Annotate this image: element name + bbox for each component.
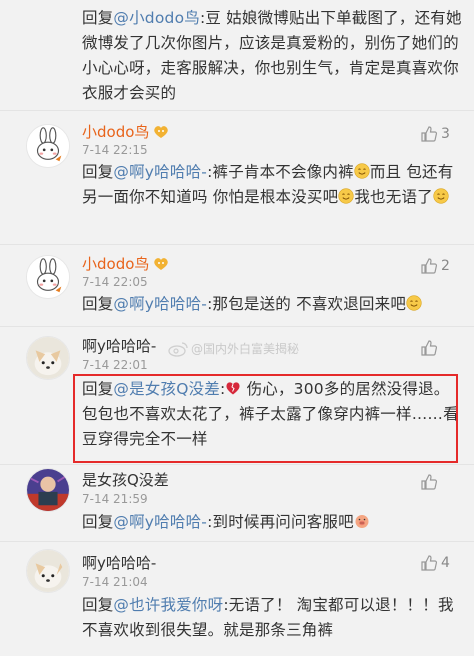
thumbs-up-icon — [421, 474, 438, 490]
comment-text-segment: 我也无语了 — [354, 188, 433, 206]
thumbs-up-icon — [421, 555, 438, 571]
divider — [0, 244, 474, 245]
smile-emoji-icon — [433, 188, 449, 206]
like-button[interactable]: 2 — [420, 255, 450, 277]
comment-text-segment: 回复 — [82, 163, 114, 181]
divider — [0, 464, 474, 465]
comment-text-segment: 回复 — [82, 9, 114, 27]
vip-badge-icon — [154, 258, 169, 270]
avatar-user[interactable] — [26, 468, 70, 512]
user-photo-avatar-icon — [27, 469, 69, 511]
comment-text-segment: :那包是送的 不喜欢退回来吧 — [207, 295, 407, 313]
thumbs-up-icon — [421, 126, 438, 142]
rabbit-avatar-icon — [27, 125, 69, 167]
avatar-dog[interactable] — [26, 549, 70, 593]
commenter-name-text: 小dodo鸟 — [82, 255, 150, 273]
rabbit-avatar-icon — [27, 256, 69, 298]
like-count: 2 — [441, 258, 450, 274]
divider — [0, 326, 474, 327]
mention-link[interactable]: @啊y哈哈哈- — [113, 513, 207, 531]
commenter-name-text: 小dodo鸟 — [82, 123, 150, 141]
dog-avatar-icon — [27, 337, 69, 379]
mention-link[interactable]: @小dodo鸟 — [113, 9, 200, 27]
vip-badge-icon — [154, 126, 169, 138]
avatar-rabbit[interactable] — [26, 255, 70, 299]
commenter-name[interactable]: 啊y哈哈哈- — [82, 553, 156, 573]
comment-text: 回复@啊y哈哈哈-:裤子肯本不会像内裤 而且 包还有另一面你不知道吗 你怕是根本没… — [82, 160, 462, 210]
comment-text-segment: 回复 — [82, 596, 114, 614]
smile-emoji-icon — [354, 163, 370, 181]
smile-emoji-icon — [406, 295, 422, 313]
comment-time: 7-14 21:04 — [82, 575, 148, 589]
comment-text: 回复@也许我爱你呀:无语了！ 淘宝都可以退！！！我不喜欢收到很失望。就是那条三角… — [82, 593, 462, 643]
avatar-rabbit[interactable] — [26, 124, 70, 168]
commenter-name[interactable]: 小dodo鸟 — [82, 254, 169, 274]
commenter-name[interactable]: 是女孩Q没差 — [82, 470, 169, 490]
dog-avatar-icon — [27, 550, 69, 592]
divider — [0, 541, 474, 542]
commenter-name[interactable]: 小dodo鸟 — [82, 122, 169, 142]
like-count: 3 — [441, 126, 450, 142]
highlight-box — [73, 374, 458, 463]
like-button[interactable]: 4 — [420, 552, 450, 574]
like-button[interactable]: 3 — [420, 123, 450, 145]
mention-link[interactable]: @啊y哈哈哈- — [113, 295, 207, 313]
like-button[interactable] — [420, 337, 441, 359]
avatar-dog[interactable] — [26, 336, 70, 380]
comment-text: 回复@小dodo鸟:豆 姑娘微博贴出下单截图了，还有她微博发了几次你图片，应该是… — [82, 6, 462, 106]
comment-time: 7-14 22:01 — [82, 358, 148, 372]
smile-emoji-icon — [338, 188, 354, 206]
watermark-text: @国内外白富美揭秘 — [191, 342, 300, 356]
commenter-name[interactable]: 啊y哈哈哈- — [82, 336, 156, 356]
pig-emoji-icon — [354, 513, 370, 531]
comment-text-segment: 回复 — [82, 513, 114, 531]
mention-link[interactable]: @也许我爱你呀 — [113, 596, 223, 614]
mention-link[interactable]: @啊y哈哈哈- — [113, 163, 207, 181]
watermark: @国内外白富美揭秘 — [168, 340, 299, 357]
comment-text-segment: :到时候再问问客服吧 — [207, 513, 354, 531]
like-count: 4 — [441, 555, 450, 571]
weibo-logo-icon — [168, 341, 188, 357]
comment-time: 7-14 21:59 — [82, 492, 148, 506]
comment-text-segment: 回复 — [82, 295, 114, 313]
comment-text: 回复@啊y哈哈哈-:那包是送的 不喜欢退回来吧 — [82, 292, 462, 317]
comment-text: 回复@啊y哈哈哈-:到时候再问问客服吧 — [82, 510, 462, 535]
comment-time: 7-14 22:05 — [82, 275, 148, 289]
like-button[interactable] — [420, 471, 441, 493]
divider — [0, 110, 474, 111]
comment-text-segment: :裤子肯本不会像内裤 — [207, 163, 354, 181]
thumbs-up-icon — [421, 258, 438, 274]
comment-time: 7-14 22:15 — [82, 143, 148, 157]
thumbs-up-icon — [421, 340, 438, 356]
